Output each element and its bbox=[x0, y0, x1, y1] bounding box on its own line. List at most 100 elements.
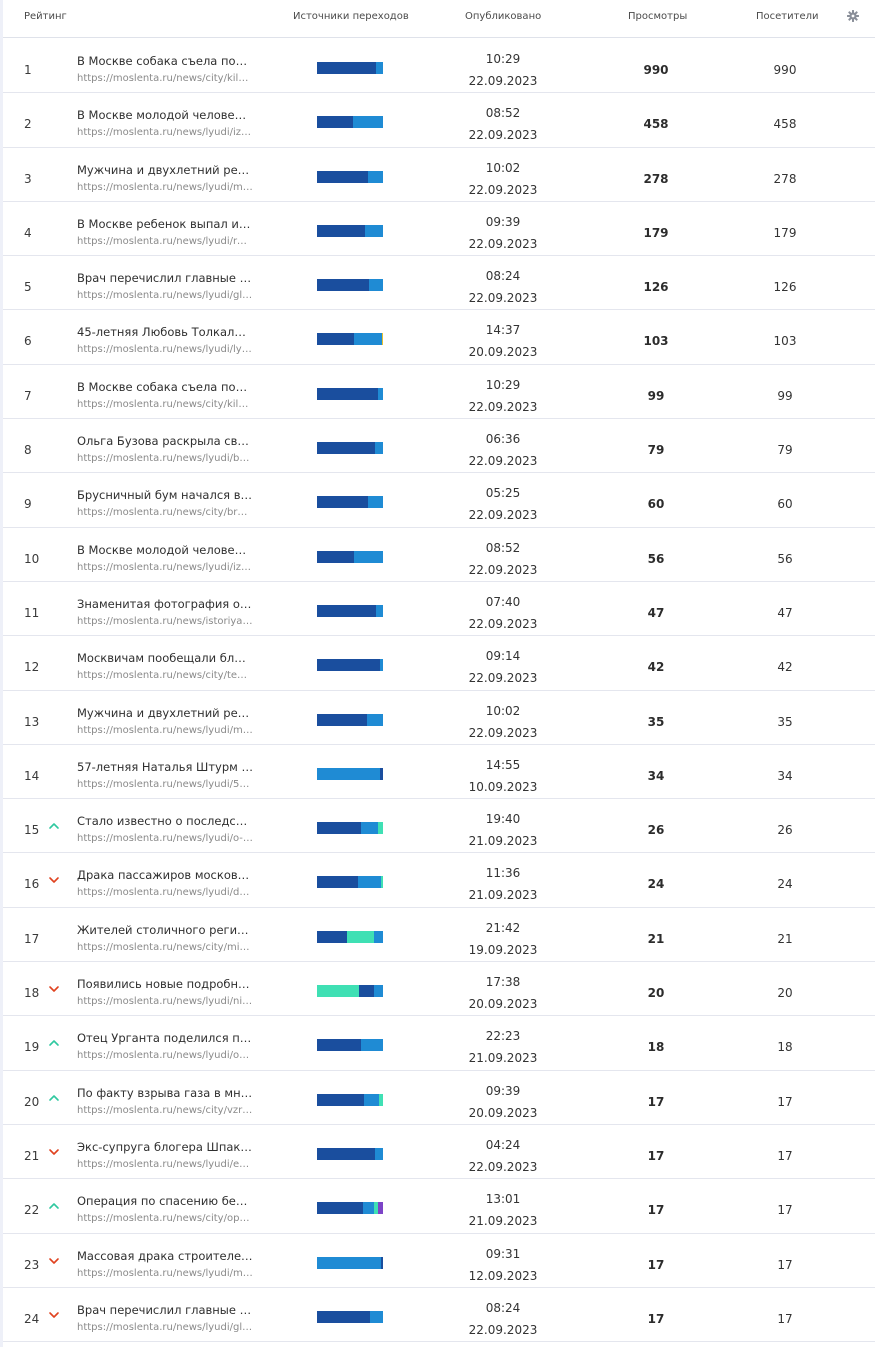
article-title[interactable]: В Москве ребенок выпал из … bbox=[77, 217, 253, 231]
article-title[interactable]: Мужчина и двухлетний ребе… bbox=[77, 706, 253, 720]
article-title[interactable]: Мужчина и двухлетний ребе… bbox=[77, 163, 253, 177]
sources-bar[interactable] bbox=[317, 659, 383, 672]
sources-bar[interactable] bbox=[317, 604, 383, 617]
article-url[interactable]: https://moslenta.ru/news/lyudi/ly… bbox=[77, 344, 253, 355]
article-title[interactable]: Экс-супруга блогера Шпака … bbox=[77, 1140, 253, 1154]
sources-bar[interactable] bbox=[317, 442, 383, 455]
table-row[interactable]: 19 Отец Урганта поделился под… https://mos… bbox=[3, 1016, 875, 1071]
sources-bar[interactable] bbox=[317, 224, 383, 237]
sources-bar[interactable] bbox=[317, 279, 383, 292]
article-title[interactable]: Врач перечислил главные п… bbox=[77, 271, 253, 285]
sources-bar[interactable] bbox=[317, 1147, 383, 1160]
article-title[interactable]: Появились новые подробно… bbox=[77, 977, 253, 991]
sources-bar[interactable] bbox=[317, 1039, 383, 1052]
sources-bar[interactable] bbox=[317, 387, 383, 400]
table-row[interactable]: 1 В Москве собака съела почт… https://mosl… bbox=[3, 39, 875, 94]
table-row[interactable]: 18 Появились новые подробно… https://mosle… bbox=[3, 962, 875, 1017]
article-url[interactable]: https://moslenta.ru/news/lyudi/ek… bbox=[77, 1159, 253, 1170]
article-url[interactable]: https://moslenta.ru/news/city/bru… bbox=[77, 507, 253, 518]
gear-icon[interactable] bbox=[847, 10, 859, 22]
article-url[interactable]: https://moslenta.ru/news/city/kilo… bbox=[77, 73, 253, 84]
table-row[interactable]: 21 Экс-супруга блогера Шпака … https://mos… bbox=[3, 1125, 875, 1180]
table-row[interactable]: 22 Операция по спасению безд… https://mosl… bbox=[3, 1179, 875, 1234]
article-title[interactable]: 57-летняя Наталья Штурм п… bbox=[77, 760, 253, 774]
sources-bar[interactable] bbox=[317, 1202, 383, 1215]
table-row[interactable]: 9 Брусничный бум начался в … https://mosle… bbox=[3, 473, 875, 528]
article-title[interactable]: Драка пассажиров московск… bbox=[77, 868, 253, 882]
table-row[interactable]: 13 Мужчина и двухлетний ребе… https://mosl… bbox=[3, 691, 875, 745]
article-url[interactable]: https://moslenta.ru/news/city/mig… bbox=[77, 942, 253, 953]
article-title[interactable]: В Москве собака съела почт… bbox=[77, 380, 253, 394]
table-row[interactable]: 16 Драка пассажиров московск… https://mosl… bbox=[3, 853, 875, 908]
article-url[interactable]: https://moslenta.ru/news/lyudi/gl… bbox=[77, 290, 253, 301]
table-row[interactable]: 24 Врач перечислил главные п… https://mosl… bbox=[3, 1288, 875, 1343]
sources-bar[interactable] bbox=[317, 985, 383, 998]
article-title[interactable]: Стало известно о последств… bbox=[77, 814, 253, 828]
article-title[interactable]: Отец Урганта поделился под… bbox=[77, 1031, 253, 1045]
sources-bar[interactable] bbox=[317, 767, 383, 780]
table-row[interactable]: 23 Массовая драка строителей … https://mos… bbox=[3, 1234, 875, 1288]
sources-bar[interactable] bbox=[317, 930, 383, 943]
table-row[interactable]: 8 Ольга Бузова раскрыла свой… https://mosl… bbox=[3, 419, 875, 474]
table-row[interactable]: 5 Врач перечислил главные п… https://mosle… bbox=[3, 256, 875, 311]
article-url[interactable]: https://moslenta.ru/news/city/tepl… bbox=[77, 670, 253, 681]
column-published[interactable]: Опубликовано bbox=[465, 11, 541, 22]
article-url[interactable]: https://moslenta.ru/news/lyudi/57… bbox=[77, 779, 253, 790]
article-url[interactable]: https://moslenta.ru/news/lyudi/izb… bbox=[77, 562, 253, 573]
article-url[interactable]: https://moslenta.ru/news/lyudi/ot… bbox=[77, 1050, 253, 1061]
sources-bar[interactable] bbox=[317, 1310, 383, 1323]
sources-bar[interactable] bbox=[317, 550, 383, 563]
article-title[interactable]: По факту взрыва газа в мног… bbox=[77, 1086, 253, 1100]
column-rating[interactable]: Рейтинг bbox=[24, 11, 67, 22]
sources-bar[interactable] bbox=[317, 116, 383, 129]
article-title[interactable]: В Москве молодой человек … bbox=[77, 108, 253, 122]
sources-bar[interactable] bbox=[317, 822, 383, 835]
article-url[interactable]: https://moslenta.ru/news/city/kilo… bbox=[77, 399, 253, 410]
article-title[interactable]: Операция по спасению безд… bbox=[77, 1194, 253, 1208]
article-title[interactable]: Москвичам пообещали близ… bbox=[77, 651, 253, 665]
article-url[interactable]: https://moslenta.ru/news/lyudi/gl… bbox=[77, 1322, 253, 1333]
table-row[interactable]: 10 В Москве молодой человек … https://mosl… bbox=[3, 528, 875, 582]
table-row[interactable]: 11 Знаменитая фотография осе… https://mosl… bbox=[3, 582, 875, 637]
article-title[interactable]: Жителей столичного регион… bbox=[77, 923, 253, 937]
article-title[interactable]: Врач перечислил главные п… bbox=[77, 1303, 253, 1317]
article-url[interactable]: https://moslenta.ru/news/city/vzry… bbox=[77, 1105, 253, 1116]
article-url[interactable]: https://moslenta.ru/news/lyudi/bu… bbox=[77, 453, 253, 464]
table-row[interactable]: 20 По факту взрыва газа в мног… https://mo… bbox=[3, 1071, 875, 1125]
article-title[interactable]: Брусничный бум начался в … bbox=[77, 488, 253, 502]
table-row[interactable]: 15 Стало известно о последств… https://mos… bbox=[3, 799, 875, 854]
sources-bar[interactable] bbox=[317, 713, 383, 726]
article-title[interactable]: Массовая драка строителей … bbox=[77, 1249, 253, 1263]
column-views[interactable]: Просмотры bbox=[628, 11, 687, 22]
article-url[interactable]: https://moslenta.ru/news/lyudi/m… bbox=[77, 182, 253, 193]
article-title[interactable]: В Москве молодой человек … bbox=[77, 543, 253, 557]
article-url[interactable]: https://moslenta.ru/news/istoriya/… bbox=[77, 616, 253, 627]
article-url[interactable]: https://moslenta.ru/news/lyudi/o-… bbox=[77, 833, 253, 844]
sources-bar[interactable] bbox=[317, 170, 383, 183]
sources-bar[interactable] bbox=[317, 62, 383, 74]
article-url[interactable]: https://moslenta.ru/news/lyudi/izb… bbox=[77, 127, 253, 138]
article-url[interactable]: https://moslenta.ru/news/lyudi/re… bbox=[77, 236, 253, 247]
sources-bar[interactable] bbox=[317, 496, 383, 509]
sources-bar[interactable] bbox=[317, 1093, 383, 1106]
article-url[interactable]: https://moslenta.ru/news/city/ope… bbox=[77, 1213, 253, 1224]
column-visitors[interactable]: Посетители bbox=[756, 11, 818, 22]
table-row[interactable]: 2 В Москве молодой человек … https://mosle… bbox=[3, 93, 875, 148]
table-row[interactable]: 14 57-летняя Наталья Штурм п… https://mosl… bbox=[3, 745, 875, 800]
table-row[interactable]: 7 В Москве собака съела почт… https://mosl… bbox=[3, 365, 875, 420]
table-row[interactable]: 4 В Москве ребенок выпал из … https://mosl… bbox=[3, 202, 875, 257]
table-row[interactable]: 12 Москвичам пообещали близ… https://mosle… bbox=[3, 636, 875, 691]
article-title[interactable]: Ольга Бузова раскрыла свой… bbox=[77, 434, 253, 448]
sources-bar[interactable] bbox=[317, 333, 383, 346]
table-row[interactable]: 3 Мужчина и двухлетний ребе… https://mosle… bbox=[3, 148, 875, 202]
article-title[interactable]: В Москве собака съела почт… bbox=[77, 54, 253, 68]
sources-bar[interactable] bbox=[317, 1256, 383, 1269]
table-row[interactable]: 17 Жителей столичного регион… https://mosl… bbox=[3, 908, 875, 963]
column-sources[interactable]: Источники переходов bbox=[293, 11, 409, 22]
table-row[interactable]: 6 45-летняя Любовь Толкалин… https://mosle… bbox=[3, 310, 875, 365]
article-title[interactable]: 45-летняя Любовь Толкалин… bbox=[77, 325, 253, 339]
article-url[interactable]: https://moslenta.ru/news/lyudi/dr… bbox=[77, 887, 253, 898]
article-url[interactable]: https://moslenta.ru/news/lyudi/nik… bbox=[77, 996, 253, 1007]
article-url[interactable]: https://moslenta.ru/news/lyudi/m… bbox=[77, 725, 253, 736]
article-title[interactable]: Знаменитая фотография осе… bbox=[77, 597, 253, 611]
